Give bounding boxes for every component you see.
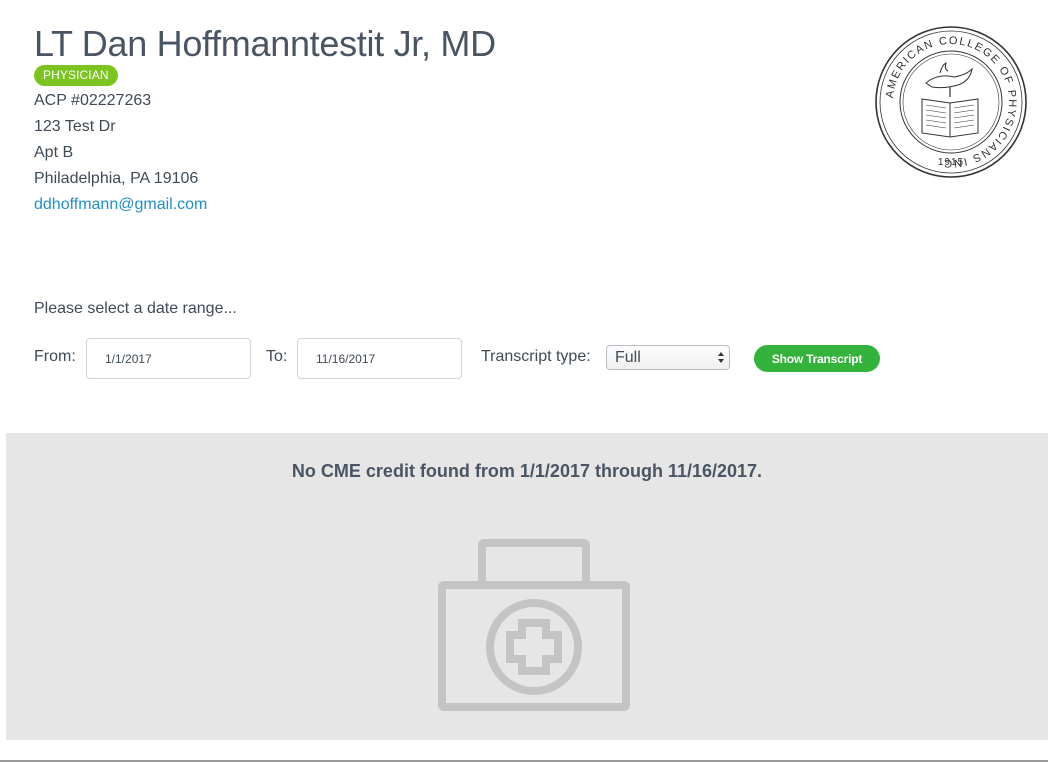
from-date-input[interactable] [86,338,251,379]
date-range-prompt: Please select a date range... [34,300,237,317]
transcript-type-label: Transcript type: [481,348,591,365]
member-profile: LT Dan Hoffmanntestit Jr, MD PHYSICIAN A… [34,22,496,218]
select-arrows-icon [718,352,724,363]
from-label: From: [34,348,76,365]
to-date-input[interactable] [297,338,462,379]
acp-seal-logo: AMERICAN COLLEGE OF PHYSICIANS INC 1915 [875,26,1027,178]
email-link[interactable]: ddhoffmann@gmail.com [34,196,207,213]
seal-year: 1915 [938,157,964,168]
transcript-type-value: Full [615,349,641,366]
city-state-zip: Philadelphia, PA 19106 [34,170,199,187]
to-label: To: [266,348,288,365]
address-line-1: 123 Test Dr [34,118,116,135]
transcript-type-select[interactable]: Full [606,345,730,370]
show-transcript-button[interactable]: Show Transcript [754,345,880,372]
seal-text: AMERICAN COLLEGE OF PHYSICIANS INC [884,35,1016,169]
member-name: LT Dan Hoffmanntestit Jr, MD [34,23,496,64]
svg-text:AMERICAN COLLEGE OF PHYSICIANS: AMERICAN COLLEGE OF PHYSICIANS INC [884,35,1018,169]
acp-number: ACP #02227263 [34,92,152,109]
member-type-badge: PHYSICIAN [34,65,118,86]
no-results-message: No CME credit found from 1/1/2017 throug… [291,461,763,481]
medical-kit-icon [438,539,630,711]
results-panel: No CME credit found from 1/1/2017 throug… [6,433,1048,740]
address-line-2: Apt B [34,144,74,161]
